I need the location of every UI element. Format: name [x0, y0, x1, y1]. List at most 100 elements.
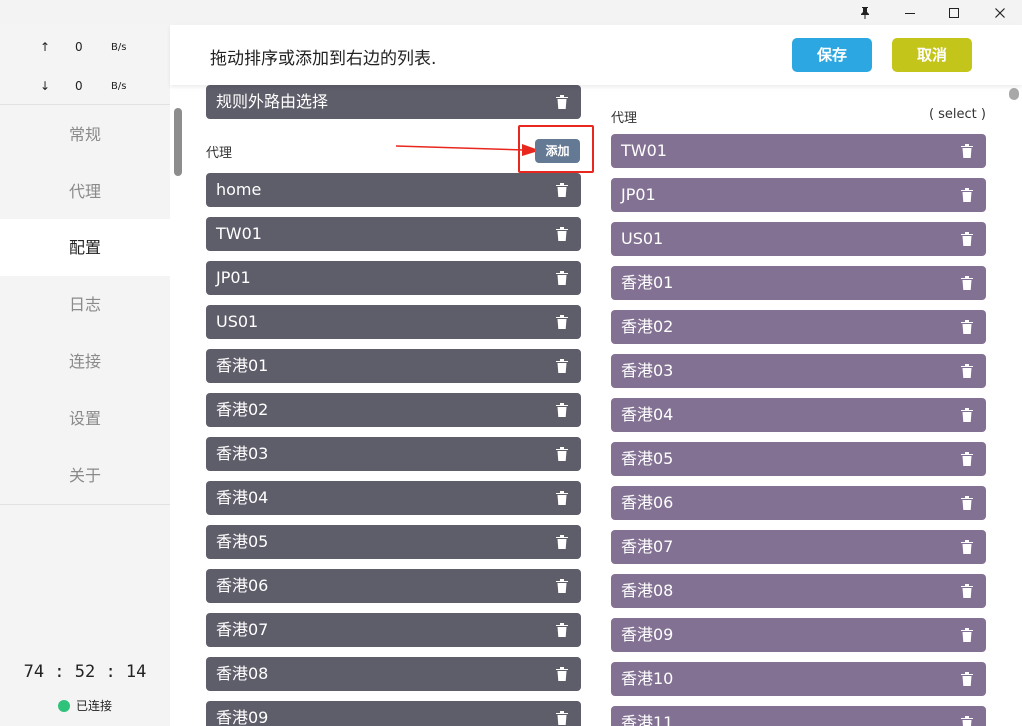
item-label: 香港02 [216, 400, 269, 419]
trash-icon[interactable] [960, 407, 974, 423]
trash-icon[interactable] [960, 671, 974, 687]
main-scrollbar[interactable] [1009, 88, 1019, 100]
item-label: 香港10 [621, 669, 674, 688]
divider [0, 504, 170, 505]
item-label: 香港03 [216, 444, 269, 463]
trash-icon[interactable] [960, 715, 974, 726]
list-item[interactable]: 香港01 [611, 266, 986, 300]
trash-icon[interactable] [555, 402, 569, 418]
trash-icon[interactable] [960, 231, 974, 247]
header: 拖动排序或添加到右边的列表. 保存 取消 [170, 25, 1022, 85]
list-item[interactable]: JP01 [206, 261, 581, 295]
list-item[interactable]: 香港04 [611, 398, 986, 432]
upload-unit: B/s [111, 42, 127, 53]
upload-arrow-icon: ↑ [40, 40, 51, 54]
main-content: 规则外路由选择 代理 添加 home TW01 JP01 US01 香港01 香港02 香港… [170, 85, 1022, 726]
trash-icon[interactable] [555, 446, 569, 462]
item-label: JP01 [621, 185, 656, 204]
list-item[interactable]: 香港08 [206, 657, 581, 691]
trash-icon[interactable] [960, 627, 974, 643]
item-label: 香港04 [621, 405, 674, 424]
nav-item-logs[interactable]: 日志 [0, 276, 170, 333]
list-item[interactable]: 香港07 [611, 530, 986, 564]
list-item[interactable]: 香港11 [611, 706, 986, 726]
list-item[interactable]: 香港07 [206, 613, 581, 647]
item-label: JP01 [216, 268, 251, 287]
item-label: TW01 [621, 141, 667, 160]
trash-icon[interactable] [555, 622, 569, 638]
list-item[interactable]: 香港05 [206, 525, 581, 559]
nav-item-profiles[interactable]: 配置 [0, 219, 170, 276]
item-label: 规则外路由选择 [216, 92, 329, 111]
list-item[interactable]: TW01 [206, 217, 581, 251]
trash-icon[interactable] [960, 495, 974, 511]
pin-icon[interactable] [843, 0, 887, 25]
list-item[interactable]: home [206, 173, 581, 207]
trash-icon[interactable] [555, 270, 569, 286]
trash-icon[interactable] [960, 583, 974, 599]
status-label: 已连接 [76, 699, 113, 713]
list-item[interactable]: 香港02 [611, 310, 986, 344]
list-item[interactable]: 香港01 [206, 349, 581, 383]
trash-icon[interactable] [960, 275, 974, 291]
list-item[interactable]: 香港08 [611, 574, 986, 608]
select-label: ( select ) [928, 107, 986, 122]
trash-icon[interactable] [960, 363, 974, 379]
item-label: 香港06 [216, 576, 269, 595]
trash-icon[interactable] [555, 94, 569, 110]
trash-icon[interactable] [555, 182, 569, 198]
save-button[interactable]: 保存 [792, 38, 872, 72]
list-item[interactable]: 香港02 [206, 393, 581, 427]
nav-item-proxy[interactable]: 代理 [0, 163, 170, 220]
list-item[interactable]: 香港09 [206, 701, 581, 726]
list-item[interactable]: 香港03 [206, 437, 581, 471]
item-label: 香港07 [216, 620, 269, 639]
add-button[interactable]: 添加 [535, 139, 580, 163]
nav-item-settings[interactable]: 设置 [0, 390, 170, 447]
list-item[interactable]: US01 [611, 222, 986, 256]
trash-icon[interactable] [555, 534, 569, 550]
trash-icon[interactable] [960, 187, 974, 203]
item-label: home [216, 180, 262, 199]
status-dot-icon [58, 699, 70, 712]
trash-icon[interactable] [555, 226, 569, 242]
trash-icon[interactable] [960, 143, 974, 159]
minimize-icon[interactable] [888, 0, 932, 25]
trash-icon[interactable] [960, 539, 974, 555]
list-item[interactable]: 香港05 [611, 442, 986, 476]
close-icon[interactable] [978, 0, 1022, 25]
uptime-timer: 74 : 52 : 14 [23, 662, 147, 682]
item-label: 香港05 [216, 532, 269, 551]
list-item[interactable]: JP01 [611, 178, 986, 212]
maximize-icon[interactable] [932, 0, 976, 25]
upload-value: 0 [75, 40, 83, 54]
trash-icon[interactable] [960, 451, 974, 467]
list-item[interactable]: US01 [206, 305, 581, 339]
list-item[interactable]: 香港04 [206, 481, 581, 515]
nav-item-connections[interactable]: 连接 [0, 333, 170, 390]
rule-group-item[interactable]: 规则外路由选择 [206, 85, 581, 119]
list-item[interactable]: 香港09 [611, 618, 986, 652]
title-bar [0, 0, 1022, 25]
trash-icon[interactable] [555, 490, 569, 506]
item-label: 香港03 [621, 361, 674, 380]
list-item[interactable]: 香港03 [611, 354, 986, 388]
upload-speed: ↑ 0 B/s [0, 38, 170, 58]
list-item[interactable]: 香港06 [611, 486, 986, 520]
trash-icon[interactable] [555, 578, 569, 594]
nav-item-about[interactable]: 关于 [0, 447, 170, 504]
cancel-button[interactable]: 取消 [892, 38, 972, 72]
item-label: 香港07 [621, 537, 674, 556]
sidebar: ↑ 0 B/s ↓ 0 B/s 常规 代理 配置 日志 连接 设置 关于 74 … [0, 25, 170, 726]
trash-icon[interactable] [555, 314, 569, 330]
trash-icon[interactable] [555, 666, 569, 682]
item-label: US01 [216, 312, 259, 331]
list-item[interactable]: TW01 [611, 134, 986, 168]
nav-item-general[interactable]: 常规 [0, 106, 170, 163]
trash-icon[interactable] [555, 358, 569, 374]
list-item[interactable]: 香港06 [206, 569, 581, 603]
list-item[interactable]: 香港10 [611, 662, 986, 696]
trash-icon[interactable] [960, 319, 974, 335]
item-label: 香港02 [621, 317, 674, 336]
trash-icon[interactable] [555, 710, 569, 726]
